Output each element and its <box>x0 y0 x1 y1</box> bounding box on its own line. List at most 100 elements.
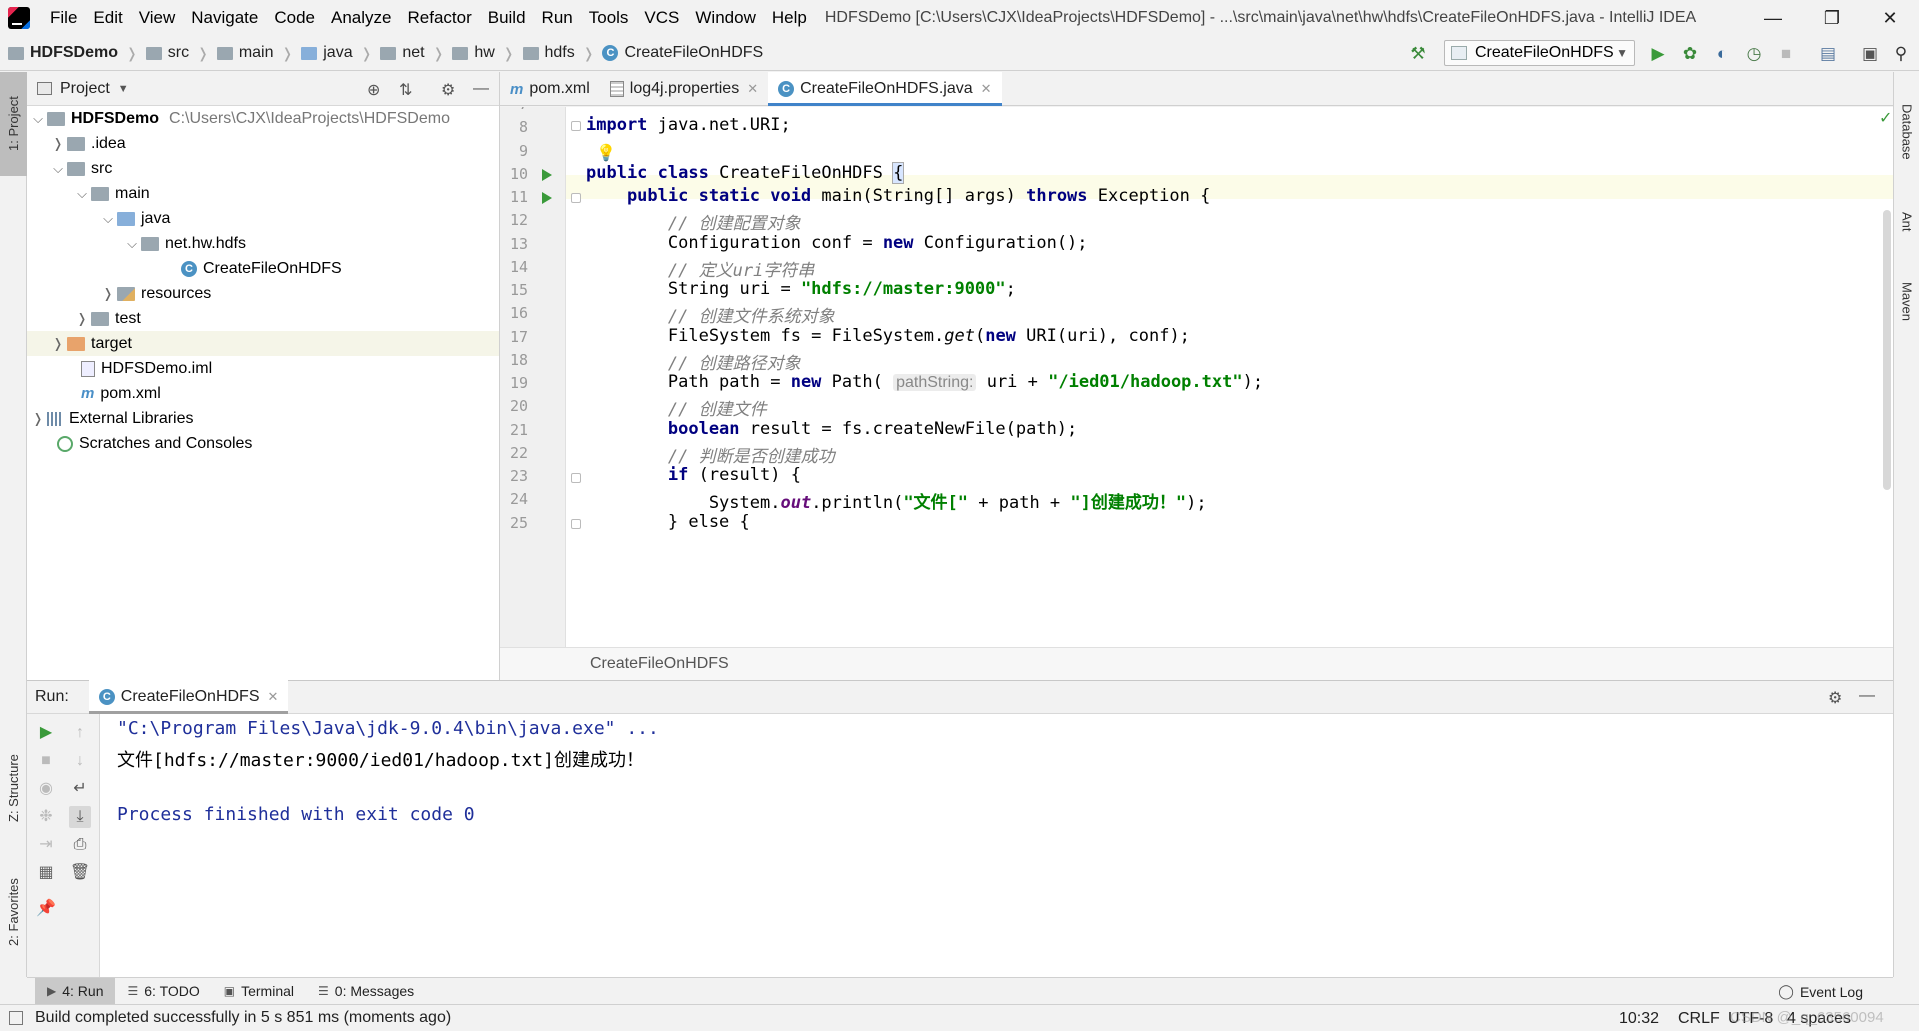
run-gutter-icon[interactable] <box>542 192 552 204</box>
soft-wrap-icon[interactable]: ↵ <box>69 778 91 800</box>
project-structure-icon[interactable]: ▤ <box>1818 44 1838 64</box>
menu-help[interactable]: Help <box>764 0 815 36</box>
close-icon[interactable]: ✕ <box>981 81 992 97</box>
project-tool-tab[interactable]: 1: Project <box>0 72 27 176</box>
tree-item-class[interactable]: C CreateFileOnHDFS <box>27 256 499 281</box>
search-icon[interactable]: ⚲ <box>1891 44 1911 64</box>
breadcrumb-hw[interactable]: hw ❭ <box>452 44 515 62</box>
close-icon[interactable]: ✕ <box>268 689 279 705</box>
rerun-icon[interactable]: ▶ <box>35 722 57 744</box>
tab-createfileonhdfs-java[interactable]: C CreateFileOnHDFS.java ✕ <box>768 72 1002 106</box>
tree-item-src[interactable]: ⌵ src <box>27 156 499 181</box>
tree-item-idea[interactable]: ❭ .idea <box>27 131 499 156</box>
close-icon[interactable]: ✕ <box>747 81 758 97</box>
menu-refactor[interactable]: Refactor <box>399 0 479 36</box>
camera-icon[interactable]: ◉ <box>35 778 57 800</box>
hide-panel-icon[interactable]: — <box>1859 687 1875 705</box>
menu-file[interactable]: File <box>42 0 85 36</box>
status-message[interactable]: Build completed successfully in 5 s 851 … <box>35 1009 451 1027</box>
tree-item-scratches[interactable]: Scratches and Consoles <box>27 431 499 456</box>
menu-code[interactable]: Code <box>266 0 323 36</box>
fold-marker-icon[interactable] <box>571 473 581 483</box>
trash-icon[interactable]: 🗑 <box>69 862 91 884</box>
scroll-to-end-icon[interactable]: ⤓ <box>69 806 91 828</box>
project-panel-title[interactable]: Project <box>60 80 110 98</box>
toggle-tool-windows-icon[interactable] <box>9 1011 23 1025</box>
arrow-up-icon[interactable]: ↑ <box>69 722 91 744</box>
terminal-window-icon[interactable]: ▣ <box>1860 44 1880 64</box>
tool-tab-terminal[interactable]: ▣ Terminal <box>212 978 306 1005</box>
tree-item-resources[interactable]: ❭ resources <box>27 281 499 306</box>
layout-icon[interactable]: ▦ <box>35 862 57 884</box>
tree-item-java[interactable]: ⌵ java <box>27 206 499 231</box>
editor-breadcrumb[interactable]: CreateFileOnHDFS <box>500 647 1893 680</box>
restore-icon[interactable]: ❐ <box>1803 0 1861 36</box>
tool-tab-run[interactable]: ▶ 4: Run <box>35 977 116 1005</box>
menu-run[interactable]: Run <box>534 0 581 36</box>
gear-icon[interactable]: ⚙ <box>1828 688 1842 708</box>
editor-scrollbar[interactable] <box>1883 210 1891 490</box>
restore-layout-icon[interactable]: ❉ <box>35 806 57 828</box>
run-console[interactable]: ▶ ↑ ■ ↓ ◉ ↵ ❉ ⤓ ⇥ ⎙ ▦ 🗑 📌 "C:\Program Fi… <box>27 714 1893 977</box>
menu-vcs[interactable]: VCS <box>636 0 687 36</box>
menu-tools[interactable]: Tools <box>581 0 637 36</box>
menu-edit[interactable]: Edit <box>85 0 130 36</box>
menu-view[interactable]: View <box>131 0 184 36</box>
profile-icon[interactable]: ◷ <box>1744 44 1764 64</box>
breadcrumb-project[interactable]: HDFSDemo ❭ <box>8 44 138 62</box>
breadcrumb-class[interactable]: C CreateFileOnHDFS <box>602 44 763 62</box>
run-gutter-icon[interactable] <box>542 169 552 181</box>
breadcrumb-net[interactable]: net ❭ <box>380 44 444 62</box>
structure-tool-tab[interactable]: Z: Structure <box>0 736 27 840</box>
favorites-tool-tab[interactable]: 2: Favorites <box>0 862 27 962</box>
tree-item-external-libraries[interactable]: ❭ External Libraries <box>27 406 499 431</box>
run-tab[interactable]: C CreateFileOnHDFS ✕ <box>88 680 289 714</box>
stop-icon[interactable]: ■ <box>35 750 57 772</box>
gear-icon[interactable]: ⚙ <box>441 80 455 100</box>
lightbulb-icon[interactable]: 💡 <box>596 143 616 163</box>
stop-icon[interactable]: ■ <box>1776 44 1796 64</box>
tab-pom-xml[interactable]: m pom.xml <box>500 72 600 106</box>
tool-tab-messages[interactable]: ☰ 0: Messages <box>306 978 426 1005</box>
locate-target-icon[interactable]: ⊕ <box>367 80 380 100</box>
print-icon[interactable]: ⎙ <box>69 834 91 856</box>
caret-position[interactable]: 10:32 <box>1619 1005 1659 1031</box>
close-icon[interactable]: ✕ <box>1861 0 1919 36</box>
tab-log4j-properties[interactable]: log4j.properties ✕ <box>600 72 768 106</box>
pin-icon[interactable]: 📌 <box>35 898 57 920</box>
tree-item-iml[interactable]: HDFSDemo.iml <box>27 356 499 381</box>
tool-tab-todo[interactable]: ☰ 6: TODO <box>115 978 211 1005</box>
line-separator[interactable]: CRLF <box>1678 1005 1720 1031</box>
inspection-ok-icon[interactable]: ✓ <box>1879 108 1892 128</box>
database-tool-tab[interactable]: Database <box>1894 82 1919 182</box>
menu-analyze[interactable]: Analyze <box>323 0 399 36</box>
breadcrumb-main[interactable]: main ❭ <box>216 44 293 62</box>
ant-tool-tab[interactable]: Ant <box>1894 192 1919 252</box>
exit-icon[interactable]: ⇥ <box>35 834 57 856</box>
event-log-button[interactable]: ◯ Event Log <box>1778 978 1863 1005</box>
chevron-down-icon[interactable]: ▼ <box>118 83 129 95</box>
tree-item-pom[interactable]: m pom.xml <box>27 381 499 406</box>
tree-item-package[interactable]: ⌵ net.hw.hdfs <box>27 231 499 256</box>
fold-marker-icon[interactable] <box>571 193 581 203</box>
breadcrumb-hdfs[interactable]: hdfs ❭ <box>522 44 594 62</box>
breadcrumb-java[interactable]: java ❭ <box>301 44 372 62</box>
arrow-down-icon[interactable]: ↓ <box>69 750 91 772</box>
fold-marker-icon[interactable] <box>571 121 581 131</box>
tree-item-main[interactable]: ⌵ main <box>27 181 499 206</box>
hide-panel-icon[interactable]: — <box>473 80 489 98</box>
run-icon[interactable]: ▶ <box>1648 44 1668 64</box>
breadcrumb-src[interactable]: src ❭ <box>145 44 209 62</box>
tree-item-target[interactable]: ❭ target <box>27 331 499 356</box>
collapse-all-icon[interactable]: ⇅ <box>399 80 412 100</box>
menu-navigate[interactable]: Navigate <box>183 0 266 36</box>
maven-tool-tab[interactable]: Maven <box>1894 262 1919 342</box>
run-with-coverage-icon[interactable]: ◐ <box>1712 44 1732 64</box>
menu-build[interactable]: Build <box>480 0 534 36</box>
run-configuration-select[interactable]: CreateFileOnHDFS ▼ <box>1444 40 1635 66</box>
minimize-icon[interactable]: — <box>1744 0 1802 36</box>
build-hammer-icon[interactable]: ⚒ <box>1408 44 1428 64</box>
tree-item-test[interactable]: ❭ test <box>27 306 499 331</box>
tree-item-project-root[interactable]: ⌵ HDFSDemo C:\Users\CJX\IdeaProjects\HDF… <box>27 106 499 131</box>
debug-bug-icon[interactable]: ✿ <box>1680 44 1700 64</box>
